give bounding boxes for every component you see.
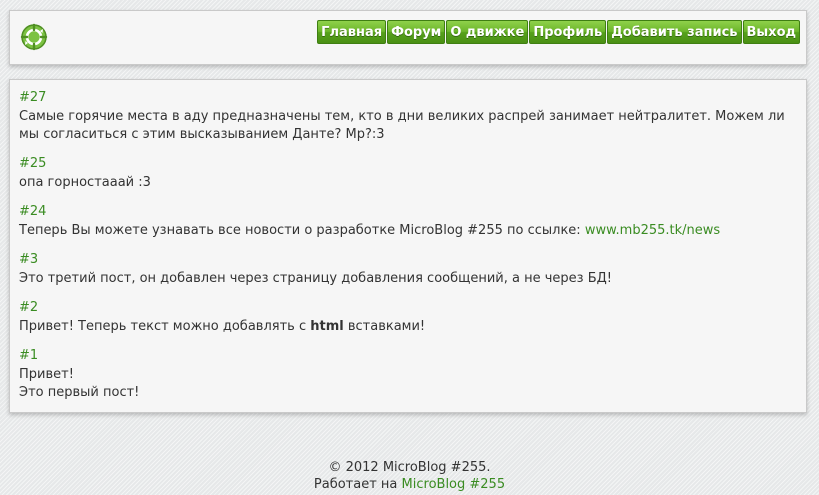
footer: © 2012 MicroBlog #255. Работает на Micro… xyxy=(0,459,819,493)
post-item: #25 опа горностааай :3 xyxy=(19,155,797,192)
post-item: #24 Теперь Вы можете узнавать все новост… xyxy=(19,203,797,240)
footer-powered: Работает на MicroBlog #255 xyxy=(0,476,819,493)
post-id: #3 xyxy=(19,252,39,267)
post-text: Это третий пост, он добавлен через стран… xyxy=(19,271,613,286)
logo-icon[interactable] xyxy=(18,21,50,53)
post-text-line: Привет! xyxy=(19,367,74,382)
post-item: #3 Это третий пост, он добавлен через ст… xyxy=(19,251,797,288)
nav-about-button[interactable]: О движке xyxy=(446,20,529,44)
nav-forum-button[interactable]: Форум xyxy=(387,20,446,44)
post-item: #1 Привет! Это первый пост! xyxy=(19,347,797,402)
header-panel: Главная Форум О движке Профиль Добавить … xyxy=(9,10,807,65)
post-text: Привет! Теперь текст можно добавлять с h… xyxy=(19,318,797,336)
footer-powered-label: Работает на xyxy=(313,477,402,492)
post-bold-text: html xyxy=(310,319,344,334)
post-text: опа горностааай :3 xyxy=(19,175,151,190)
post-item: #2 Привет! Теперь текст можно добавлять … xyxy=(19,299,797,336)
post-id: #2 xyxy=(19,300,39,315)
post-id: #27 xyxy=(19,90,47,105)
main-nav: Главная Форум О движке Профиль Добавить … xyxy=(316,20,800,44)
nav-logout-button[interactable]: Выход xyxy=(742,20,800,44)
nav-add-post-button[interactable]: Добавить запись xyxy=(607,20,742,44)
post-text: Теперь Вы можете узнавать все новости о … xyxy=(19,222,797,240)
post-id: #25 xyxy=(19,156,47,171)
nav-home-button[interactable]: Главная xyxy=(317,20,387,44)
footer-copyright: © 2012 MicroBlog #255. xyxy=(328,460,491,475)
nav-profile-button[interactable]: Профиль xyxy=(529,20,607,44)
post-id: #24 xyxy=(19,204,47,219)
post-item: #27 Самые горячие места в аду предназнач… xyxy=(19,89,797,144)
news-link[interactable]: www.mb255.tk/news xyxy=(585,223,720,238)
post-text-part: Теперь Вы можете узнавать все новости о … xyxy=(19,223,585,238)
footer-microblog-link[interactable]: MicroBlog #255 xyxy=(402,477,506,492)
post-text-part: Привет! Теперь текст можно добавлять с xyxy=(19,319,311,334)
post-id: #1 xyxy=(19,348,39,363)
post-text-part: вставками! xyxy=(343,319,426,334)
post-text: Самые горячие места в аду предназначены … xyxy=(19,109,785,142)
posts-panel: #27 Самые горячие места в аду предназнач… xyxy=(9,79,807,413)
post-text-line: Это первый пост! xyxy=(19,385,140,400)
